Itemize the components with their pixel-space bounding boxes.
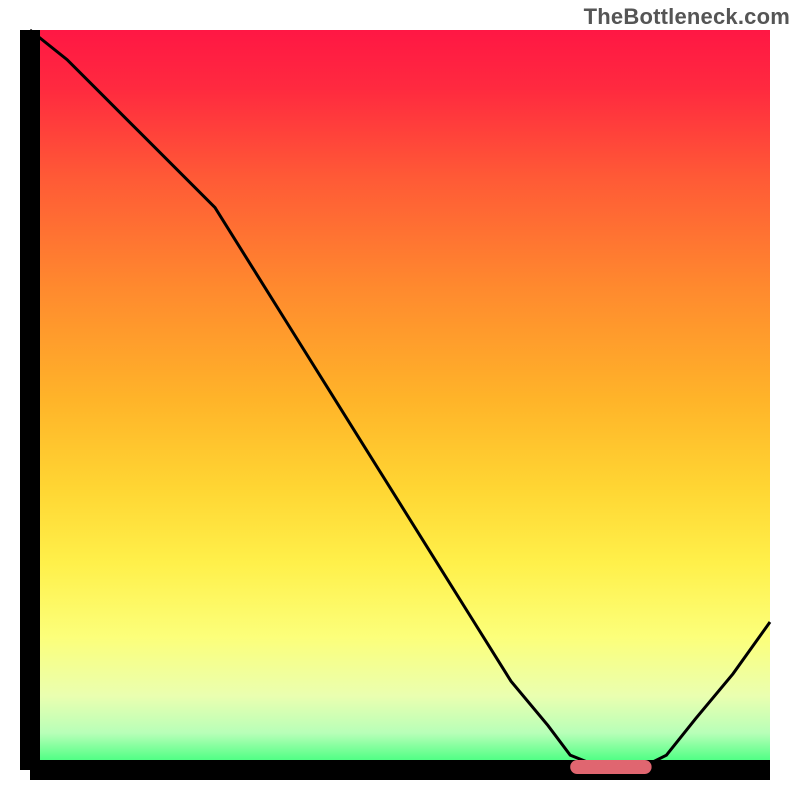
bottleneck-chart bbox=[0, 0, 800, 800]
plot-background bbox=[30, 30, 770, 770]
target-range-marker bbox=[570, 760, 651, 774]
chart-container: TheBottleneck.com bbox=[0, 0, 800, 800]
watermark-text: TheBottleneck.com bbox=[584, 4, 790, 30]
